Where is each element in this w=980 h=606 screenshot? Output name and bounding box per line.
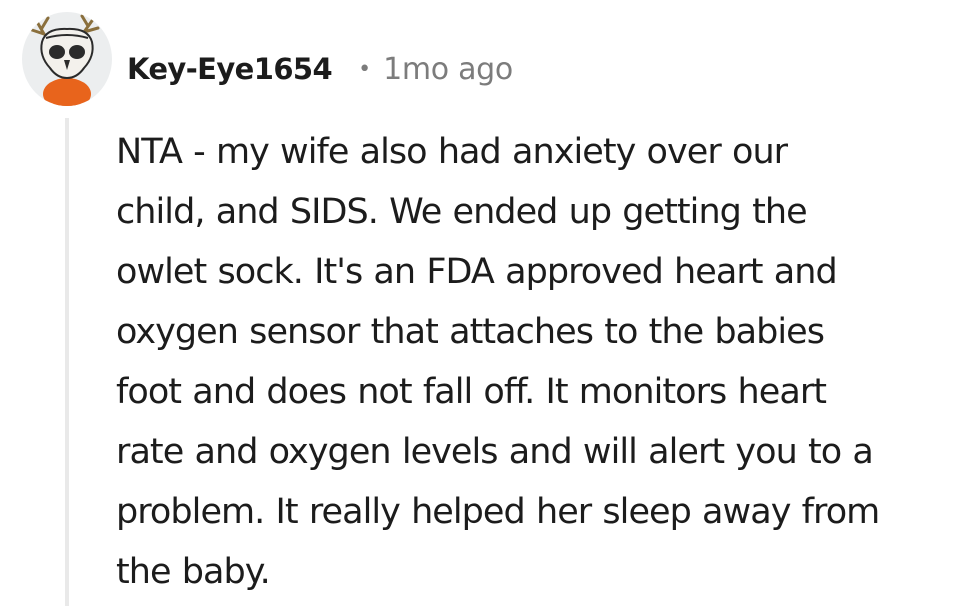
comment-line: owlet sock. It's an FDA approved heart a… xyxy=(116,252,838,292)
comment-body: NTA - my wife also had anxiety over our … xyxy=(116,122,976,602)
comment-line: the baby. xyxy=(116,552,271,592)
thread-collapse-line[interactable] xyxy=(65,118,69,606)
comment-meta: Key-Eye1654 • 1mo ago xyxy=(127,48,513,90)
comment-line: rate and oxygen levels and will alert yo… xyxy=(116,432,874,472)
comment-line: oxygen sensor that attaches to the babie… xyxy=(116,312,825,352)
separator-dot: • xyxy=(358,56,372,82)
timestamp-link[interactable]: 1mo ago xyxy=(383,52,513,87)
comment: Key-Eye1654 • 1mo ago NTA - my wife also… xyxy=(0,0,980,606)
comment-line: NTA - my wife also had anxiety over our xyxy=(116,132,788,172)
comment-line: foot and does not fall off. It monitors … xyxy=(116,372,827,412)
comment-line: child, and SIDS. We ended up getting the xyxy=(116,192,808,232)
comment-line: problem. It really helped her sleep away… xyxy=(116,492,880,532)
owl-skull-avatar-icon xyxy=(30,14,100,106)
avatar[interactable] xyxy=(22,12,112,106)
username-link[interactable]: Key-Eye1654 xyxy=(127,52,333,86)
